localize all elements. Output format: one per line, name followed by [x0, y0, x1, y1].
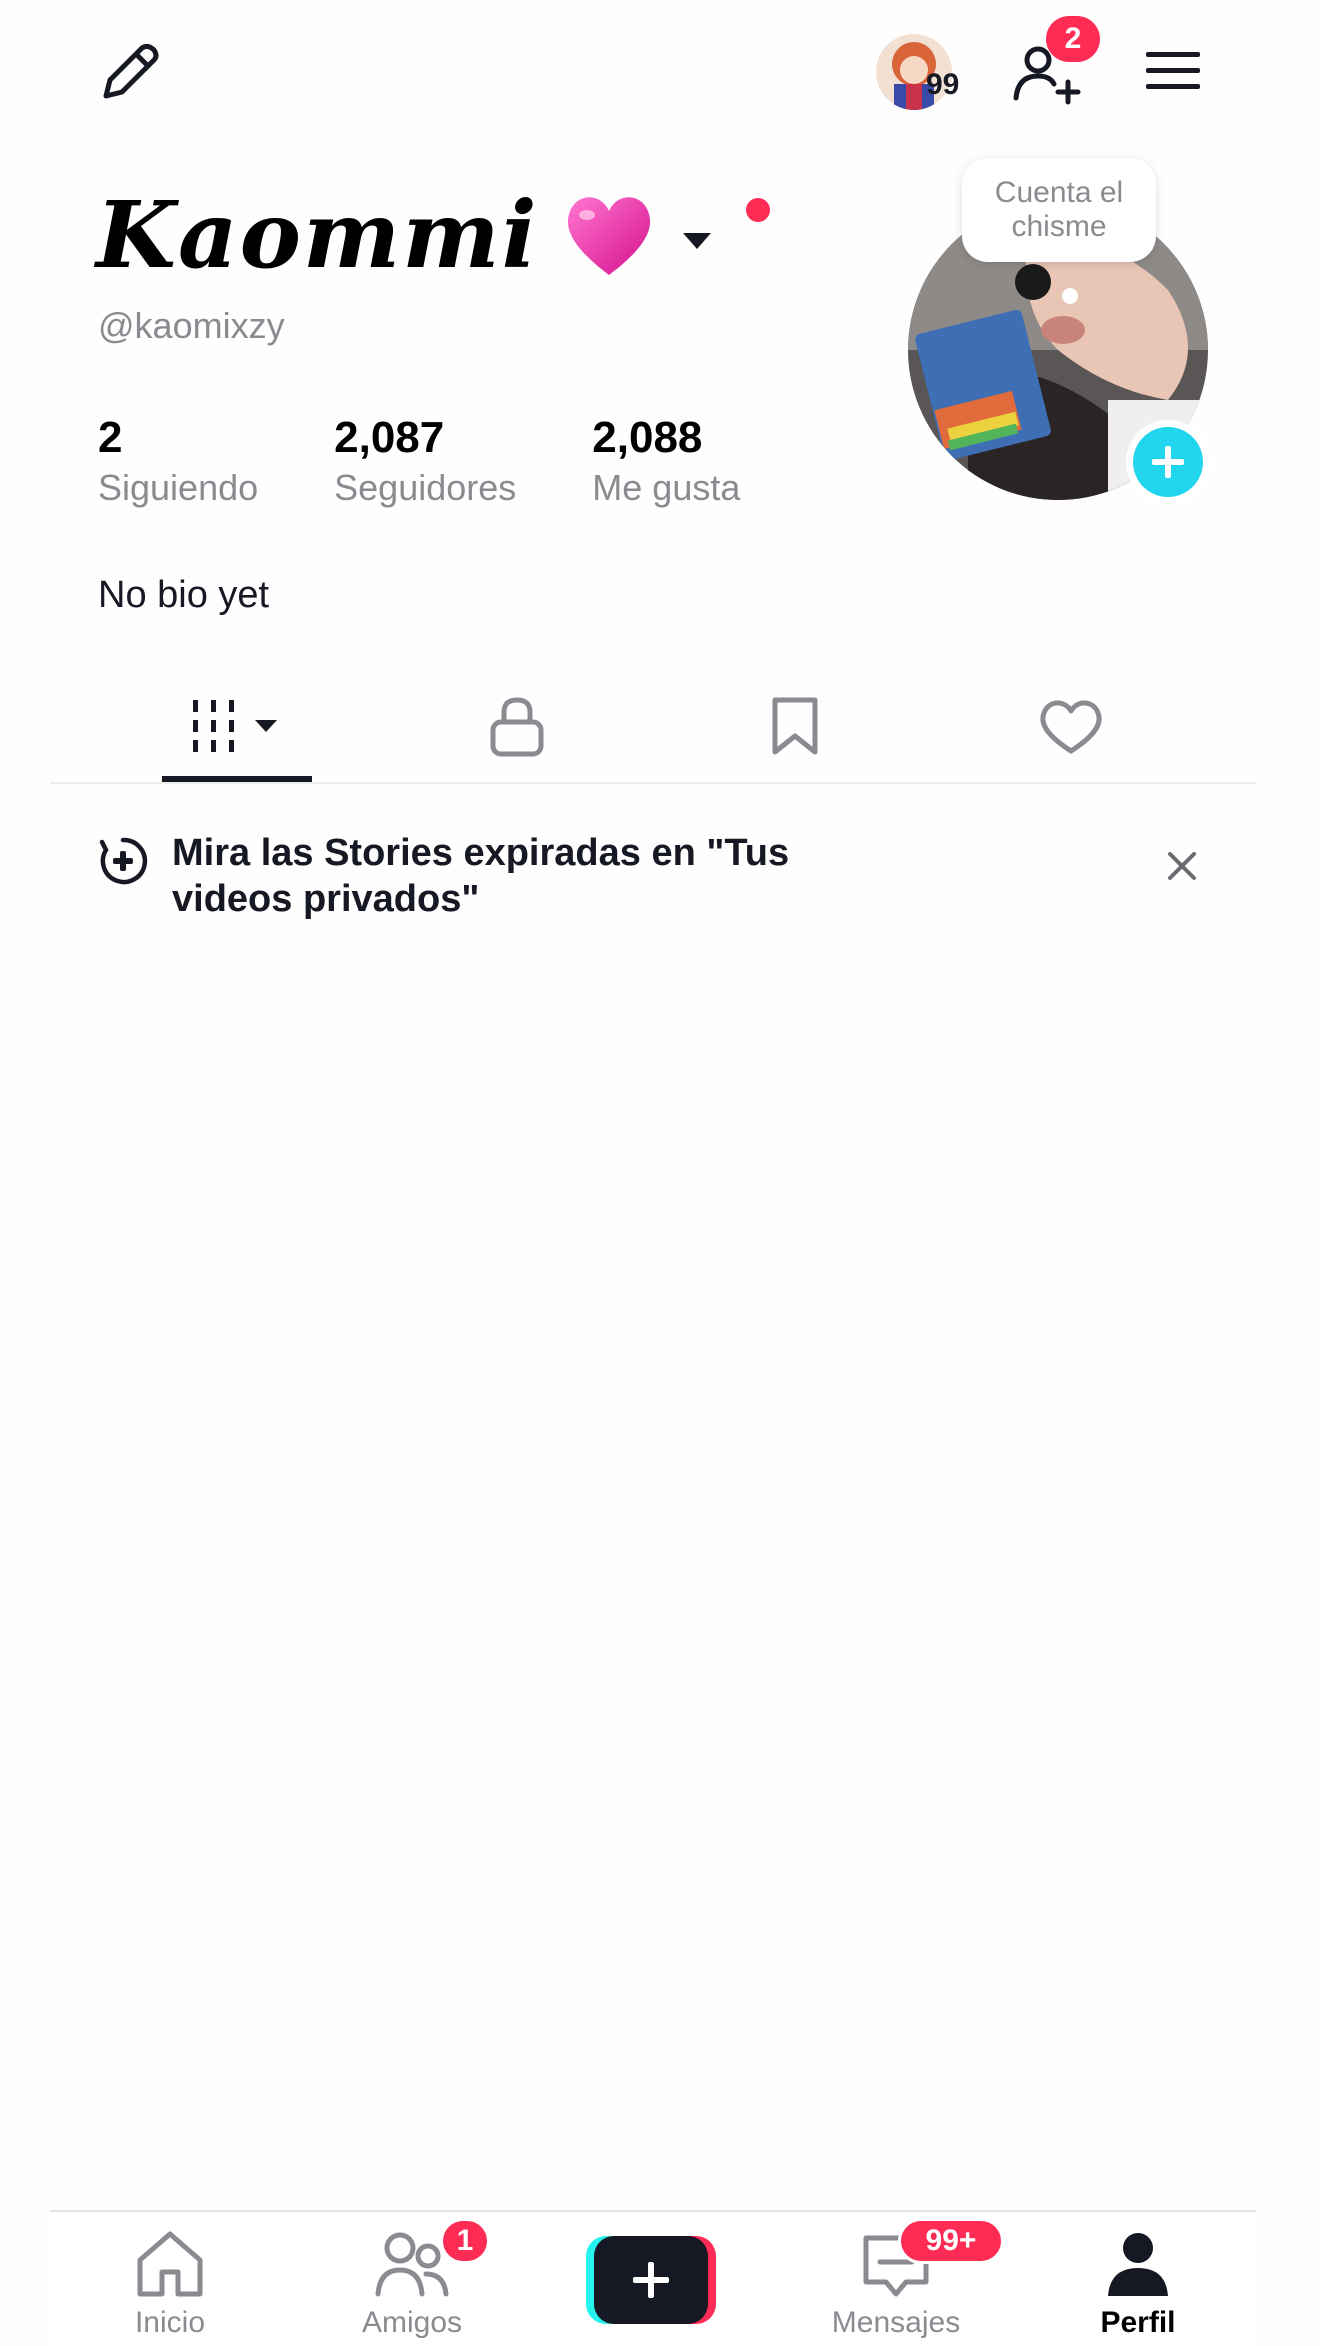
profile-stats: 2 Siguiendo 2,087 Seguidores 2,088 Me gu… — [98, 410, 816, 510]
stat-value: 2 — [98, 413, 123, 462]
chevron-down-icon[interactable] — [679, 223, 715, 259]
grid-icon — [189, 696, 285, 761]
create-button[interactable] — [586, 2236, 716, 2324]
home-icon — [130, 2226, 210, 2302]
messages-badge: 99+ — [898, 2218, 1004, 2264]
stat-followers[interactable]: 2,087 Seguidores — [334, 410, 516, 510]
friend-request-badge: 2 — [1046, 16, 1100, 62]
story-count: 99 — [926, 68, 960, 101]
nav-profile[interactable]: Perfil — [1058, 2226, 1218, 2346]
plus-icon — [594, 2236, 708, 2324]
bookmark-icon — [767, 694, 823, 763]
avatar-speech-bubble[interactable]: Cuenta el chisme — [962, 158, 1156, 262]
tab-saved[interactable] — [740, 672, 850, 784]
tab-liked[interactable] — [1016, 672, 1126, 784]
expired-stories-notice[interactable]: Mira las Stories expiradas en "Tus video… — [98, 830, 1208, 930]
bubble-text: Cuenta el chisme — [994, 176, 1124, 243]
display-name-row[interactable]: Kaommi — [96, 180, 715, 290]
story-plus-icon — [98, 836, 148, 886]
nav-label: Inicio — [134, 2306, 206, 2339]
nav-label: Mensajes — [831, 2306, 961, 2339]
menu-icon[interactable] — [1140, 40, 1204, 100]
stat-value: 2,087 — [334, 413, 445, 462]
bio[interactable]: No bio yet — [98, 574, 269, 617]
nav-label: Perfil — [1100, 2306, 1176, 2339]
bubble-tail-dot — [1062, 288, 1078, 304]
display-name: Kaommi — [96, 181, 539, 289]
stat-following[interactable]: 2 Siguiendo — [98, 410, 258, 510]
add-story-button[interactable] — [1126, 420, 1210, 504]
top-bar: 99 2 — [0, 0, 1320, 150]
tab-private[interactable] — [462, 672, 572, 784]
stat-likes[interactable]: 2,088 Me gusta — [592, 410, 740, 510]
nav-label: Amigos — [361, 2306, 463, 2339]
profile-tabs — [50, 672, 1256, 784]
tab-videos[interactable] — [162, 672, 312, 784]
notice-text: Mira las Stories expiradas en "Tus video… — [172, 832, 790, 920]
plus-icon — [1133, 427, 1203, 497]
username: @kaomixzy — [98, 305, 285, 346]
stat-value: 2,088 — [592, 413, 703, 462]
edit-icon[interactable] — [96, 36, 166, 106]
lock-icon — [487, 694, 547, 763]
bottom-nav: Inicio Amigos 1 Mensajes 99+ Perfil — [50, 2210, 1256, 2346]
notification-dot — [746, 198, 770, 222]
profile-screen: 99 2 Kaommi @kaomixzy 2 Siguiendo 2,087 … — [0, 0, 1320, 2346]
pink-heart-icon — [559, 185, 659, 285]
stat-label: Seguidores — [334, 467, 517, 508]
nav-home[interactable]: Inicio — [90, 2226, 250, 2346]
profile-icon — [1098, 2226, 1178, 2302]
stat-label: Siguiendo — [98, 467, 259, 508]
stat-label: Me gusta — [592, 467, 741, 508]
friends-badge: 1 — [440, 2218, 490, 2264]
active-tab-indicator — [162, 776, 312, 782]
heart-outline-icon — [1036, 695, 1106, 762]
close-icon[interactable] — [1164, 848, 1200, 884]
